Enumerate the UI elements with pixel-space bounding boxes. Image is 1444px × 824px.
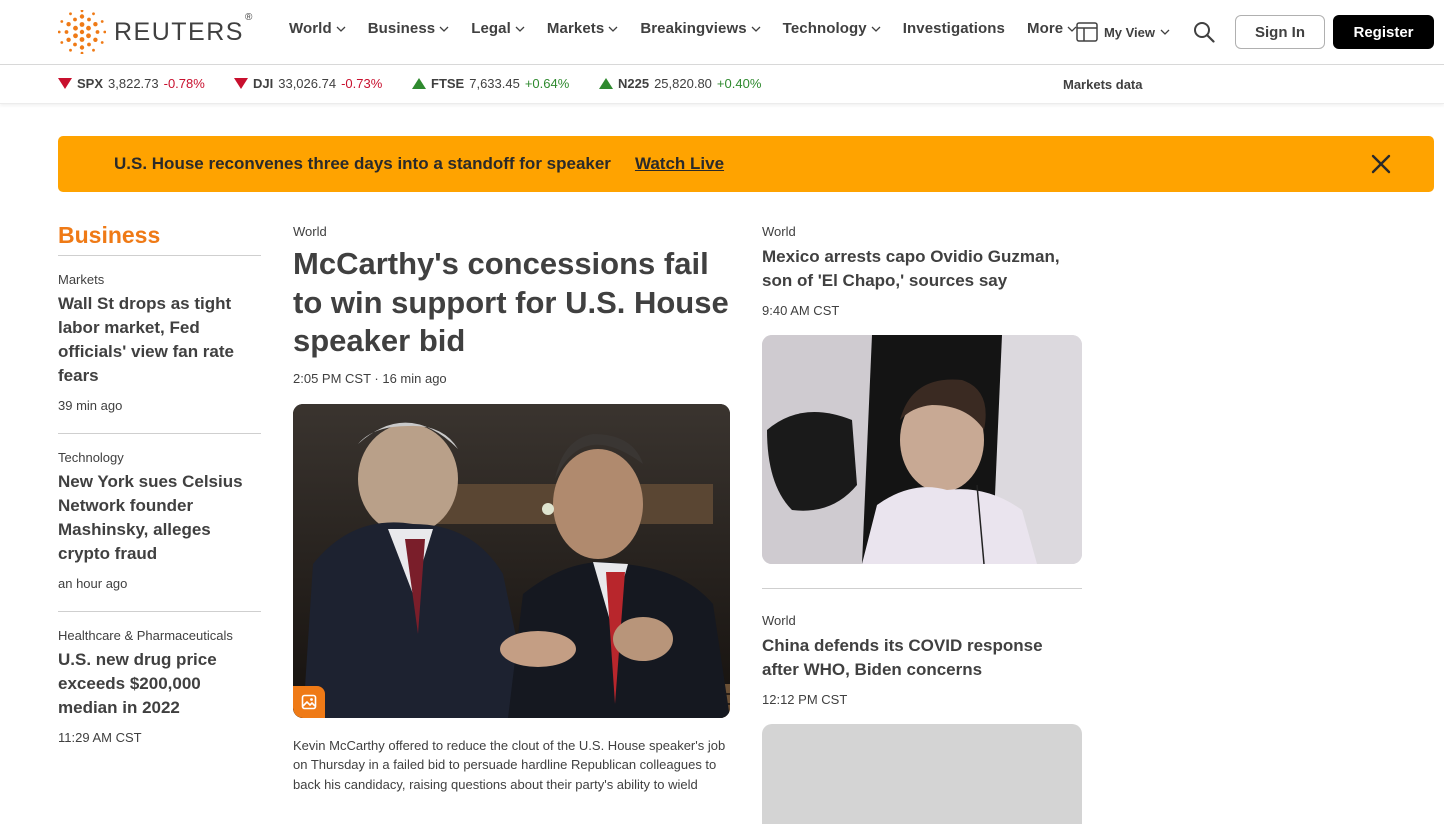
story-headline[interactable]: New York sues Celsius Network founder Ma… xyxy=(58,470,261,566)
main-headline[interactable]: McCarthy's concessions fail to win suppo… xyxy=(293,245,730,361)
ticker-symbol: FTSE xyxy=(431,76,465,91)
main-story: World McCarthy's concessions fail to win… xyxy=(293,224,730,794)
ticker-value: 25,820.80 xyxy=(654,76,712,91)
ticker-change: +0.64% xyxy=(524,76,570,91)
nav-item-more[interactable]: More xyxy=(1027,20,1077,37)
story-time: 9:40 AM CST xyxy=(762,303,840,318)
ticker-item-ftse[interactable]: FTSE 7,633.45 +0.64% xyxy=(412,76,569,91)
photo-illustration xyxy=(762,335,1082,564)
breaking-news-banner: U.S. House reconvenes three days into a … xyxy=(58,136,1434,192)
ticker-symbol: SPX xyxy=(77,76,104,91)
logo-wordmark: REUTERS® xyxy=(114,11,254,46)
markets-data-link[interactable]: Markets data xyxy=(1063,77,1142,92)
gallery-badge[interactable] xyxy=(293,685,325,718)
story-headline[interactable]: China defends its COVID response after W… xyxy=(762,634,1082,682)
close-icon[interactable] xyxy=(1370,153,1392,175)
account-nav: My View Sign In Register xyxy=(1076,15,1434,49)
reuters-logo-icon xyxy=(58,10,106,54)
market-ticker: SPX 3,822.73 -0.78% DJI 33,026.74 -0.73%… xyxy=(0,65,1444,104)
story-time: 12:12 PM CST xyxy=(762,692,848,707)
reuters-logo[interactable]: REUTERS® xyxy=(58,10,254,54)
chevron-down-icon xyxy=(336,26,346,32)
ticker-value: 7,633.45 xyxy=(469,76,520,91)
story-kicker[interactable]: World xyxy=(762,224,1082,239)
story-kicker[interactable]: Healthcare & Pharmaceuticals xyxy=(58,628,261,643)
world-stories: World Mexico arrests capo Ovidio Guzman,… xyxy=(762,224,1082,824)
search-icon xyxy=(1194,22,1215,43)
story-kicker[interactable]: Markets xyxy=(58,272,261,287)
story-summary: Kevin McCarthy offered to reduce the clo… xyxy=(293,737,726,792)
nav-item-markets[interactable]: Markets xyxy=(547,20,618,37)
chevron-down-icon xyxy=(871,26,881,32)
story-time: 11:29 AM CST xyxy=(58,730,142,745)
nav-item-breakingviews[interactable]: Breakingviews xyxy=(640,20,761,37)
chevron-down-icon xyxy=(1160,29,1170,35)
story-kicker[interactable]: World xyxy=(762,613,1082,628)
story-time: an hour ago xyxy=(58,576,128,591)
ticker-change: +0.40% xyxy=(716,76,762,91)
ticker-item-spx[interactable]: SPX 3,822.73 -0.78% xyxy=(58,76,205,91)
story-kicker[interactable]: Technology xyxy=(58,450,261,465)
ticker-item-n225[interactable]: N225 25,820.80 +0.40% xyxy=(599,76,761,91)
search-button[interactable] xyxy=(1191,19,1217,45)
story-kicker[interactable]: World xyxy=(293,224,730,239)
list-item[interactable]: Technology New York sues Celsius Network… xyxy=(58,434,261,612)
down-arrow-icon xyxy=(58,78,72,89)
business-section: Business Markets Wall St drops as tight … xyxy=(58,222,261,765)
list-item[interactable]: Healthcare & Pharmaceuticals U.S. new dr… xyxy=(58,612,261,765)
nav-item-investigations[interactable]: Investigations xyxy=(903,20,1005,37)
story-headline[interactable]: Mexico arrests capo Ovidio Guzman, son o… xyxy=(762,245,1082,293)
chevron-down-icon xyxy=(515,26,525,32)
up-arrow-icon xyxy=(412,78,426,89)
section-title[interactable]: Business xyxy=(58,222,261,256)
ticker-change: -0.73% xyxy=(341,76,383,91)
chevron-down-icon xyxy=(751,26,761,32)
story-photo-placeholder[interactable] xyxy=(762,724,1082,824)
ticker-symbol: N225 xyxy=(618,76,650,91)
photo-illustration xyxy=(293,403,730,718)
story-time: 39 min ago xyxy=(58,398,123,413)
banner-text[interactable]: U.S. House reconvenes three days into a … xyxy=(114,154,611,174)
nav-item-world[interactable]: World xyxy=(289,20,346,37)
nav-item-technology[interactable]: Technology xyxy=(783,20,881,37)
ticker-change: -0.78% xyxy=(163,76,205,91)
nav-item-legal[interactable]: Legal xyxy=(471,20,525,37)
nav-item-business[interactable]: Business xyxy=(368,20,450,37)
layout-icon xyxy=(1076,22,1098,42)
story-headline[interactable]: U.S. new drug price exceeds $200,000 med… xyxy=(58,648,261,720)
story-time: 2:05 PM CST · 16 min ago xyxy=(293,370,447,386)
primary-nav: World Business Legal Markets Breakingvie… xyxy=(289,20,1099,37)
ticker-item-dji[interactable]: DJI 33,026.74 -0.73% xyxy=(234,76,382,91)
ticker-value: 33,026.74 xyxy=(278,76,337,91)
sign-in-button[interactable]: Sign In xyxy=(1235,15,1325,49)
site-header: REUTERS® World Business Legal Markets Br… xyxy=(0,0,1444,65)
main-story-photo[interactable] xyxy=(293,403,730,718)
ticker-value: 3,822.73 xyxy=(108,76,159,91)
divider xyxy=(762,588,1082,589)
chevron-down-icon xyxy=(608,26,618,32)
up-arrow-icon xyxy=(599,78,613,89)
chevron-down-icon xyxy=(439,26,449,32)
list-item[interactable]: Markets Wall St drops as tight labor mar… xyxy=(58,256,261,434)
register-button[interactable]: Register xyxy=(1333,15,1434,49)
watch-live-link[interactable]: Watch Live xyxy=(635,154,724,174)
story-photo[interactable] xyxy=(762,335,1082,564)
down-arrow-icon xyxy=(234,78,248,89)
my-view-label: My View xyxy=(1103,24,1155,40)
image-gallery-icon xyxy=(301,694,317,709)
list-item[interactable]: World China defends its COVID response a… xyxy=(762,613,1082,824)
my-view-button[interactable]: My View xyxy=(1076,22,1177,42)
ticker-symbol: DJI xyxy=(253,76,274,91)
story-headline[interactable]: Wall St drops as tight labor market, Fed… xyxy=(58,292,261,388)
